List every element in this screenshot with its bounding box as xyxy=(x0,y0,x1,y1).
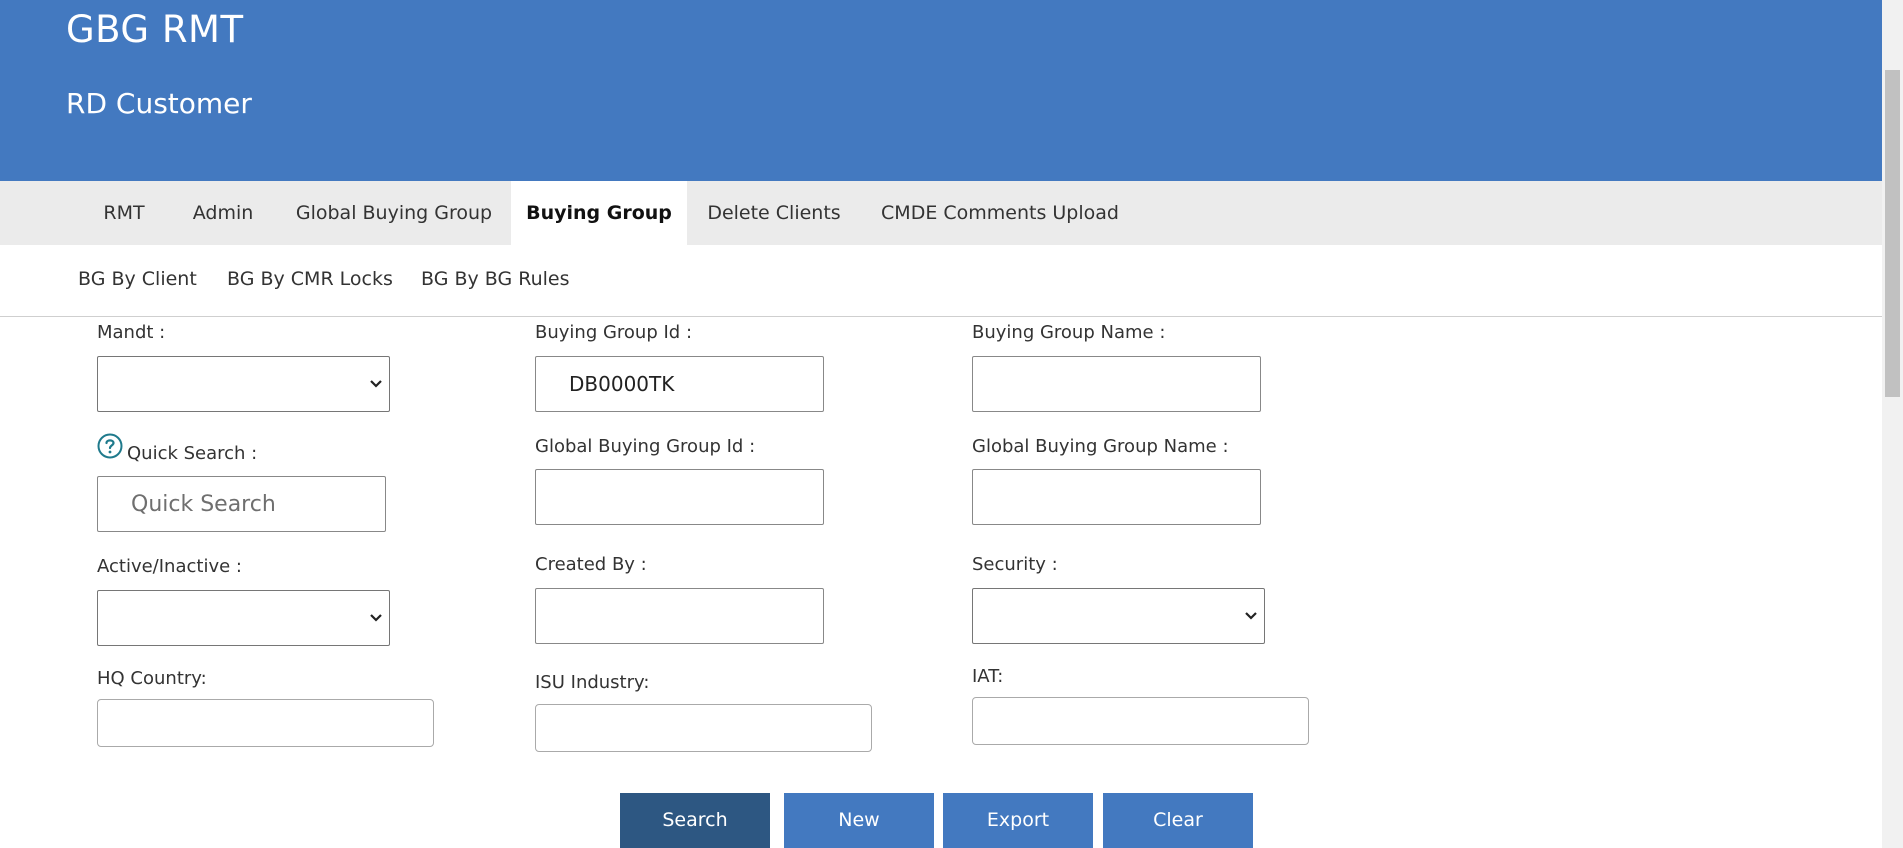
security-label: Security : xyxy=(972,554,1058,575)
tab-global-buying-group[interactable]: Global Buying Group xyxy=(282,181,506,245)
created-by-label: Created By : xyxy=(535,554,647,575)
tab-delete-clients[interactable]: Delete Clients xyxy=(696,181,852,245)
export-button[interactable]: Export xyxy=(943,793,1093,848)
subtab-bg-by-client[interactable]: BG By Client xyxy=(78,268,197,290)
tab-admin[interactable]: Admin xyxy=(172,181,274,245)
quick-search-label: Quick Search : xyxy=(127,443,258,464)
buying-group-name-label: Buying Group Name : xyxy=(972,322,1166,343)
main-navigation: RMT Admin Global Buying Group Buying Gro… xyxy=(0,181,1882,245)
subtab-bg-by-bg-rules[interactable]: BG By BG Rules xyxy=(421,268,570,290)
hq-country-field[interactable] xyxy=(97,699,434,747)
mandt-select[interactable] xyxy=(97,356,390,412)
chevron-down-icon xyxy=(370,380,382,388)
quick-search-input[interactable]: Quick Search xyxy=(97,476,386,532)
chevron-down-icon xyxy=(1245,612,1257,620)
tab-rmt[interactable]: RMT xyxy=(78,181,170,245)
quick-search-placeholder: Quick Search xyxy=(131,492,276,517)
buying-group-name-field[interactable] xyxy=(972,356,1261,412)
mandt-label: Mandt : xyxy=(97,322,166,343)
security-select[interactable] xyxy=(972,588,1265,644)
iat-field[interactable] xyxy=(972,697,1309,745)
tab-cmde-comments-upload[interactable]: CMDE Comments Upload xyxy=(869,181,1131,245)
global-buying-group-id-label: Global Buying Group Id : xyxy=(535,436,756,457)
subtab-bg-by-cmr-locks[interactable]: BG By CMR Locks xyxy=(227,268,393,290)
hq-country-label: HQ Country: xyxy=(97,668,207,689)
buying-group-id-label: Buying Group Id : xyxy=(535,322,693,343)
new-button[interactable]: New xyxy=(784,793,934,848)
global-buying-group-id-field[interactable] xyxy=(535,469,824,525)
isu-industry-field[interactable] xyxy=(535,704,872,752)
vertical-scrollbar[interactable] xyxy=(1882,0,1903,848)
global-buying-group-name-label: Global Buying Group Name : xyxy=(972,436,1229,457)
scrollbar-thumb[interactable] xyxy=(1885,70,1900,397)
sub-navigation: BG By Client BG By CMR Locks BG By BG Ru… xyxy=(0,245,1882,317)
iat-label: IAT: xyxy=(972,666,1004,687)
global-buying-group-name-field[interactable] xyxy=(972,469,1261,525)
search-button[interactable]: Search xyxy=(620,793,770,848)
active-inactive-label: Active/Inactive : xyxy=(97,556,242,577)
buying-group-id-field[interactable]: DB0000TK xyxy=(535,356,824,412)
tab-buying-group[interactable]: Buying Group xyxy=(511,181,687,245)
page-title: RD Customer xyxy=(66,87,252,120)
clear-button[interactable]: Clear xyxy=(1103,793,1253,848)
help-circle-icon[interactable] xyxy=(97,433,123,459)
app-header: GBG RMT RD Customer xyxy=(0,0,1882,181)
app-title: GBG RMT xyxy=(66,8,244,51)
created-by-field[interactable] xyxy=(535,588,824,644)
active-inactive-select[interactable] xyxy=(97,590,390,646)
chevron-down-icon xyxy=(370,614,382,622)
isu-industry-label: ISU Industry: xyxy=(535,672,650,693)
